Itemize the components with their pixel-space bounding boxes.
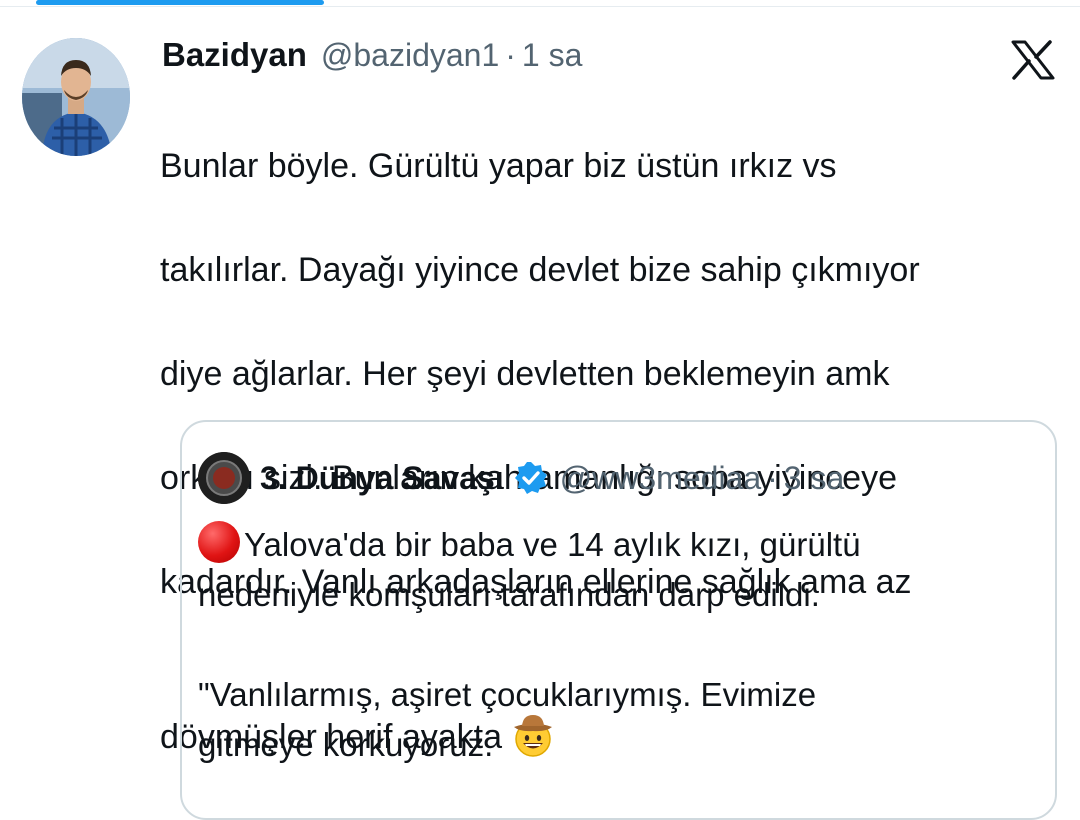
author-handle[interactable]: @bazidyan1 — [321, 37, 499, 74]
quoted-tweet-timestamp[interactable]: 3 sa — [784, 460, 844, 497]
verified-badge-icon — [514, 462, 547, 494]
avatar-photo — [22, 38, 130, 156]
tweet-text-line: diye ağlarlar. Her şeyi devletten beklem… — [160, 355, 890, 393]
quoted-text-line — [198, 620, 1038, 670]
avatar[interactable] — [22, 38, 130, 156]
tweet-text-line: Bunlar böyle. Gürültü yapar biz üstün ır… — [160, 147, 837, 185]
quoted-author-handle[interactable]: @ww3mediaa — [560, 460, 761, 497]
progress-indicator — [0, 0, 1080, 10]
header-separator: · — [505, 37, 516, 73]
quoted-avatar[interactable] — [198, 452, 250, 504]
tweet-text-line: takılırlar. Dayağı yiyince devlet bize s… — [160, 251, 920, 289]
x-logo-icon[interactable] — [1010, 40, 1056, 80]
red-circle-emoji — [198, 521, 240, 563]
quoted-text-line: gitmeye korkuyoruz. — [198, 726, 494, 763]
tweet-timestamp[interactable]: 1 sa — [522, 37, 582, 74]
quoted-tweet-header: 3. Dünya Savaşı @ww3mediaa · 3 sa — [260, 456, 844, 500]
quoted-tweet-text: Yalova'da bir baba ve 14 aylık kızı, gür… — [198, 520, 1038, 770]
quoted-author-name[interactable]: 3. Dünya Savaşı — [260, 460, 504, 497]
quoted-text-line-row: Yalova'da bir baba ve 14 aylık kızı, gür… — [198, 520, 1038, 570]
tweet-header: Bazidyan @bazidyan1 · 1 sa — [162, 36, 582, 82]
quoted-text-line: nedeniyle komşuları tarafından darp edil… — [198, 576, 820, 613]
progress-fill — [36, 0, 324, 5]
author-name[interactable]: Bazidyan — [162, 36, 307, 74]
progress-track — [0, 6, 1080, 7]
quoted-text-line: "Vanlılarmış, aşiret çocuklarıymış. Evim… — [198, 676, 817, 713]
ww3-logo-icon — [198, 452, 250, 504]
quoted-text-line: Yalova'da bir baba ve 14 aylık kızı, gür… — [244, 526, 861, 563]
quoted-header-separator: · — [767, 459, 778, 496]
